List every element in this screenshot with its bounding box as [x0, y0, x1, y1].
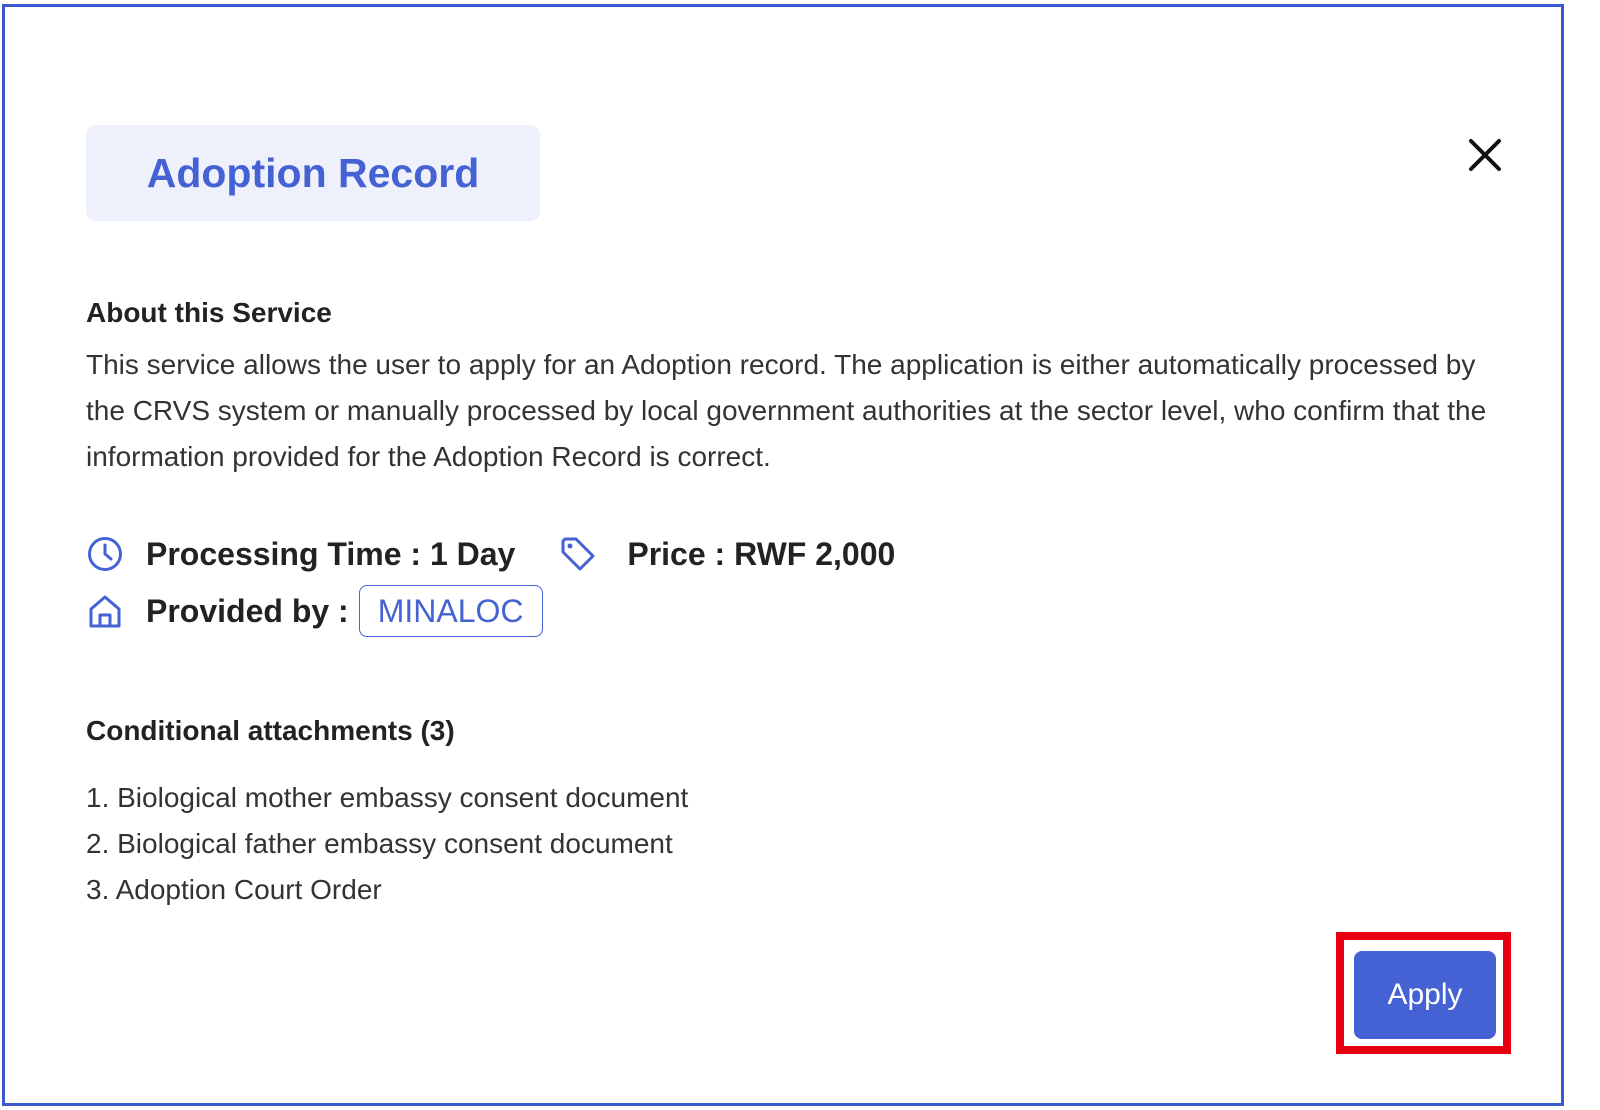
apply-button[interactable]: Apply [1354, 951, 1496, 1039]
close-icon[interactable] [1463, 133, 1507, 177]
about-description: This service allows the user to apply fo… [86, 349, 1487, 472]
about-heading: About this Service [86, 297, 332, 328]
provider-label: Provided by : [146, 592, 349, 629]
service-title-badge: Adoption Record [86, 125, 540, 221]
attachments-list: 1. Biological mother embassy consent doc… [86, 775, 688, 913]
attachments-heading: Conditional attachments (3) [86, 715, 455, 746]
home-icon [86, 592, 124, 630]
provider-badge: MINALOC [358, 585, 543, 637]
list-item: 3. Adoption Court Order [86, 874, 382, 905]
price: Price : RWF 2,000 [627, 535, 896, 572]
processing-time: Processing Time : 1 Day [146, 535, 516, 572]
clock-icon [86, 535, 124, 573]
tag-icon [559, 535, 597, 573]
service-dialog: Adoption Record About this Service This … [2, 4, 1564, 1106]
list-item: 1. Biological mother embassy consent doc… [86, 782, 689, 813]
processing-price-row: Processing Time : 1 Day Price : RWF 2,00… [86, 535, 895, 573]
list-item: 2. Biological father embassy consent doc… [86, 828, 673, 859]
service-title: Adoption Record [146, 149, 480, 196]
provider-row: Provided by : MINALOC [86, 585, 543, 637]
